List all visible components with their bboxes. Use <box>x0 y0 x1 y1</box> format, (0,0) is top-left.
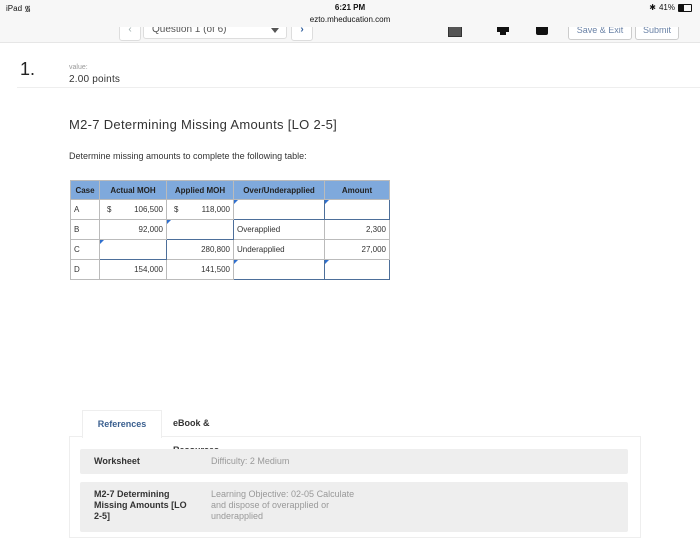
submit-button[interactable]: Submit <box>635 27 679 40</box>
amount-input[interactable] <box>324 259 390 280</box>
header-case: Case <box>70 180 100 200</box>
tab-ebook-resources[interactable]: eBook & Resources <box>173 410 219 455</box>
header-applied-moh: Applied MOH <box>166 180 234 200</box>
table-row: C 280,800 Underapplied 27,000 <box>70 239 390 260</box>
applied-moh-cell: 141,500 <box>166 259 234 280</box>
case-cell: D <box>70 259 100 280</box>
battery-percent: 41% <box>658 3 675 12</box>
next-question-button[interactable]: › <box>291 27 313 41</box>
actual-moh-input[interactable] <box>99 239 167 260</box>
applied-moh-input[interactable] <box>166 219 234 240</box>
applied-moh-cell: $118,000 <box>166 199 234 220</box>
value-label: value: <box>69 64 88 71</box>
table-row: A $106,500 $118,000 <box>70 199 390 220</box>
over-underapplied-input[interactable] <box>233 199 325 220</box>
points-value: 2.00 points <box>69 74 121 85</box>
battery-icon <box>678 3 692 12</box>
table-header-row: Case Actual MOH Applied MOH Over/Underap… <box>70 180 390 200</box>
applied-moh-cell: 280,800 <box>166 239 234 260</box>
tab-references[interactable]: References <box>82 410 162 438</box>
previous-question-button[interactable]: ‹ <box>119 27 141 41</box>
over-underapplied-cell: Underapplied <box>233 239 325 260</box>
question-select[interactable]: Question 1 (of 6) <box>143 27 287 39</box>
case-cell: B <box>70 219 100 240</box>
save-exit-button[interactable]: Save & Exit <box>568 27 632 40</box>
amount-cell: 2,300 <box>324 219 390 240</box>
over-underapplied-cell: Overapplied <box>233 219 325 240</box>
reference-row-label: M2-7 Determining Missing Amounts [LO 2-5… <box>94 489 187 521</box>
case-cell: C <box>70 239 100 260</box>
actual-moh-cell: $106,500 <box>99 199 167 220</box>
over-underapplied-input[interactable] <box>233 259 325 280</box>
amount-input[interactable] <box>324 199 390 220</box>
header-actual-moh: Actual MOH <box>99 180 167 200</box>
reference-row: Worksheet Difficulty: 2 Medium <box>80 449 628 474</box>
bluetooth-icon: ✱ <box>649 3 656 12</box>
actual-moh-cell: 154,000 <box>99 259 167 280</box>
url-label: ezto.mheducation.com <box>309 15 391 24</box>
missing-amounts-table: Case Actual MOH Applied MOH Over/Underap… <box>70 180 390 280</box>
status-right: ✱ 41% <box>649 3 692 12</box>
table-row: D 154,000 141,500 <box>70 259 390 280</box>
question-toolbar: ‹ Question 1 (of 6) › Save & Exit Submit <box>0 27 700 43</box>
status-bar: iPad ᯾ 6:21 PM ezto.mheducation.com ✱ 41… <box>0 0 700 27</box>
case-cell: A <box>70 199 100 220</box>
reference-row-detail: Difficulty: 2 Medium <box>211 456 290 466</box>
print-icon[interactable] <box>497 27 509 35</box>
question-title: M2-7 Determining Missing Amounts [LO 2-5… <box>69 117 338 132</box>
chevron-down-icon <box>271 28 279 33</box>
question-select-value: Question 1 (of 6) <box>152 27 227 35</box>
amount-cell: 27,000 <box>324 239 390 260</box>
save-icon[interactable] <box>536 27 548 35</box>
question-number: 1. <box>20 59 36 79</box>
calculator-icon[interactable] <box>448 27 462 37</box>
question-instructions: Determine missing amounts to complete th… <box>69 151 307 161</box>
header-amount: Amount <box>324 180 390 200</box>
table-row: B 92,000 Overapplied 2,300 <box>70 219 390 240</box>
actual-moh-cell: 92,000 <box>99 219 167 240</box>
divider <box>17 87 700 88</box>
clock: 6:21 PM <box>334 3 366 12</box>
header-over-underapplied: Over/Underapplied <box>233 180 325 200</box>
reference-row-label: Worksheet <box>94 456 140 466</box>
reference-row-detail: Learning Objective: 02-05 Calculate and … <box>211 489 355 521</box>
